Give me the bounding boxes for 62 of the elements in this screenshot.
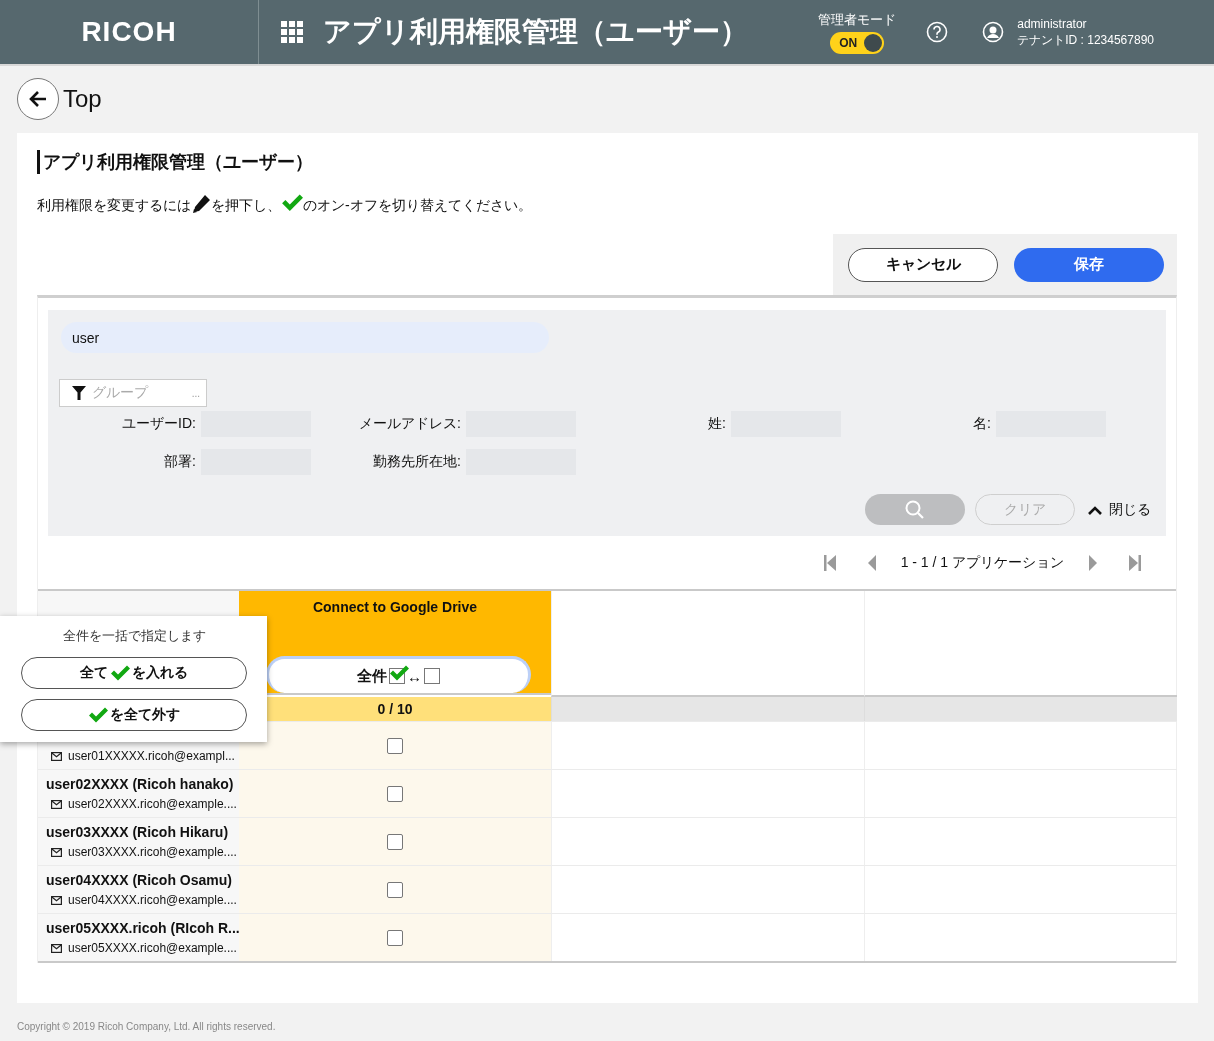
filter-label: メールアドレス: (358, 415, 461, 433)
mail-icon (51, 943, 62, 953)
user-name: administrator (1017, 16, 1088, 32)
check-icon (110, 665, 130, 681)
back-arrow-icon (28, 89, 48, 109)
check-icon (281, 194, 303, 212)
check-icon (88, 707, 108, 723)
user-email: user02XXXX.ricoh@example.... (68, 797, 237, 811)
instruction-text: 利用権限を変更するには を押下し、 のオン-オフを切り替えてください。 (37, 194, 1177, 215)
checkbox[interactable] (387, 737, 403, 754)
apps-grid-icon[interactable] (281, 21, 303, 43)
back-button[interactable] (17, 78, 59, 120)
last-page-icon[interactable] (1128, 553, 1142, 572)
filter-label: 勤務先所在地: (372, 453, 461, 471)
top-link[interactable]: Top (63, 85, 102, 113)
user-email: user03XXXX.ricoh@example.... (68, 845, 237, 859)
admin-mode-toggle[interactable]: ON (830, 31, 885, 54)
user-name: user04XXXX (Ricoh Osamu) (46, 872, 233, 890)
user-name: user02XXXX (Ricoh hanako) (46, 776, 235, 794)
copyright-text: Copyright © 2019 Ricoh Company, Ltd. All rights reserved. (17, 1021, 276, 1032)
user-name: user05XXXX.ricoh (RIcoh R... (46, 920, 239, 938)
popup-title: 全件を一括で指定します (62, 627, 206, 645)
logo: RICOH (81, 16, 177, 48)
filter-icon (72, 386, 86, 400)
empty-box-icon (424, 668, 440, 684)
search-button[interactable] (865, 494, 965, 525)
search-icon (905, 499, 925, 520)
user-email: user01XXXXX.ricoh@exampl... (68, 749, 235, 763)
filter-label: ユーザーID: (121, 415, 196, 433)
filter-label: 姓: (707, 415, 726, 433)
help-icon[interactable] (926, 21, 949, 43)
user-icon[interactable] (982, 21, 1005, 43)
tenant-id: テナントID : 1234567890 (1017, 32, 1154, 48)
checkbox[interactable] (387, 929, 403, 946)
save-button[interactable]: 保存 (1014, 247, 1164, 282)
selection-count: 0 / 10 (377, 701, 413, 717)
user-email: user05XXXX.ricoh@example.... (68, 941, 237, 955)
pagination-text: 1 - 1 / 1 アプリケーション (900, 553, 1064, 572)
mail-icon (51, 895, 62, 905)
first-page-icon[interactable] (822, 553, 837, 572)
search-field[interactable]: user (61, 322, 549, 353)
user-name: user03XXXX (Ricoh Hikaru) (46, 824, 230, 842)
user-email: user04XXXX.ricoh@example.... (68, 893, 237, 907)
mail-icon (51, 751, 62, 761)
mail-icon (51, 799, 62, 809)
checkbox[interactable] (387, 833, 403, 850)
pencil-icon (191, 194, 211, 214)
caret-up-icon (1087, 504, 1103, 515)
checkbox[interactable] (387, 881, 403, 898)
admin-mode-label: 管理者モード (818, 10, 897, 29)
mail-icon (51, 847, 62, 857)
check-all-button[interactable]: 全て を入れる (21, 657, 247, 689)
checkbox[interactable] (387, 785, 403, 802)
collapse-link[interactable]: 閉じる (1109, 500, 1151, 519)
uncheck-all-button[interactable]: を全て外す (21, 699, 247, 731)
column-title: Connect to Google Drive (312, 599, 478, 615)
page-title: アプリ利用権限管理（ユーザー） (37, 150, 313, 174)
filter-label: 名: (972, 415, 991, 433)
app-title: アプリ利用権限管理（ユーザー） (323, 15, 748, 49)
filter-label: 部署: (163, 453, 196, 471)
cancel-button[interactable]: キャンセル (848, 247, 998, 282)
next-page-icon[interactable] (1086, 553, 1100, 572)
